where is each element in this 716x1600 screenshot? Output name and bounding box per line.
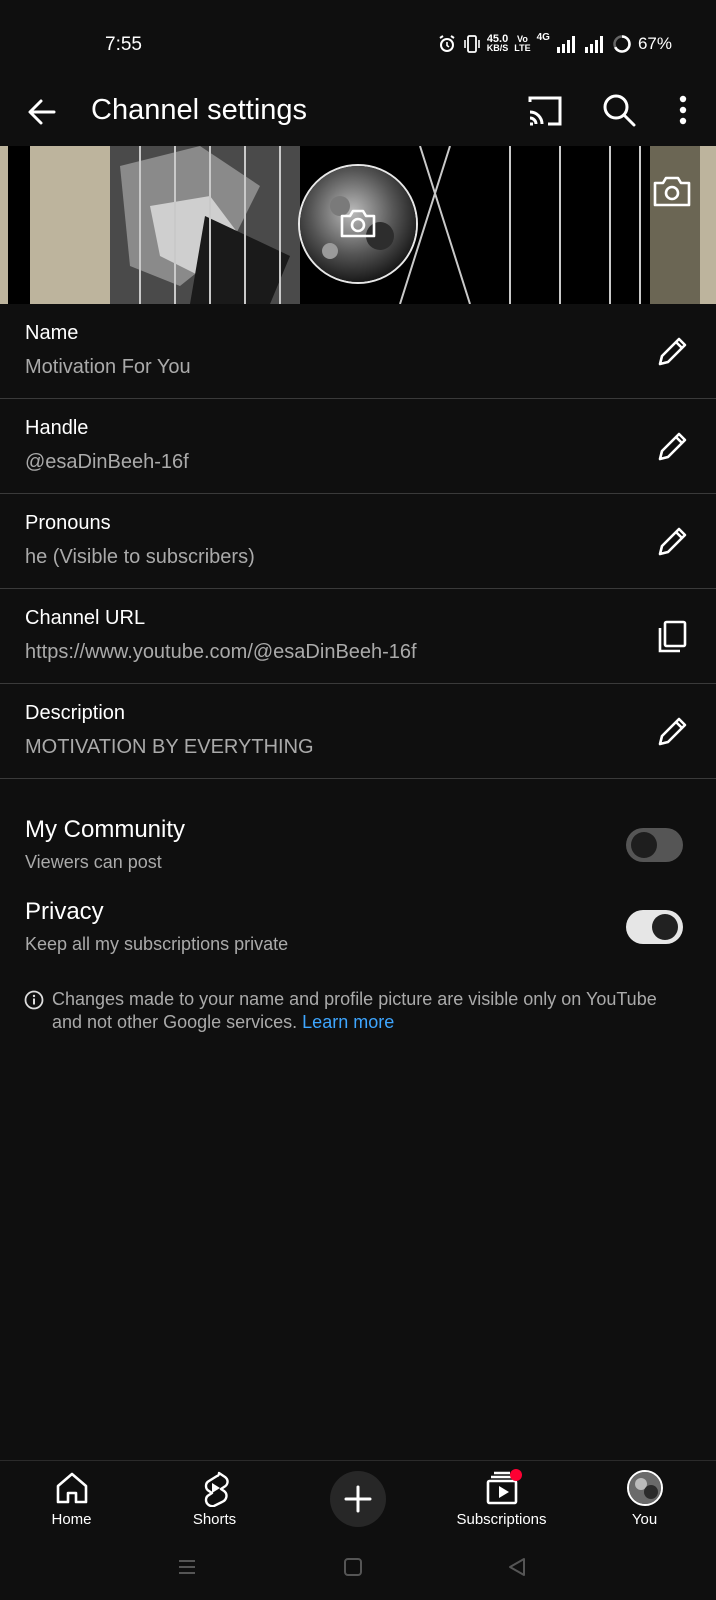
field-value: he (Visible to subscribers) [25,546,255,568]
pencil-icon[interactable] [652,522,692,562]
banner-camera-icon[interactable] [652,174,692,210]
community-switch[interactable] [626,828,683,862]
pencil-icon[interactable] [652,427,692,467]
system-nav-bar [0,1540,716,1600]
search-icon[interactable] [600,91,638,129]
nav-you[interactable]: You [573,1469,716,1539]
nav-label: You [631,1511,658,1528]
profile-picture[interactable] [298,164,418,284]
field-channel-url: Channel URL https://www.youtube.com/@esa… [0,589,716,684]
more-vert-icon[interactable] [666,91,700,129]
privacy-sub: Keep all my subscriptions private [25,934,289,954]
recents-icon[interactable] [176,1556,198,1578]
bottom-nav: Home Shorts Subscriptions You [0,1460,716,1540]
home-icon [56,1472,87,1504]
net-type: 4G [536,32,550,43]
channel-banner[interactable] [0,146,716,304]
signal-icon [556,36,575,53]
pencil-icon[interactable] [652,712,692,752]
vibrate-icon [463,35,480,53]
info-text-block: Changes made to your name and profile pi… [52,988,684,1034]
pencil-icon[interactable] [652,332,692,372]
app-bar: Channel settings [0,80,716,142]
privacy-toggle-row[interactable]: Privacy Keep all my subscriptions privat… [0,898,716,974]
field-label: Name [25,322,79,344]
signal-icon-2 [584,36,603,53]
status-time: 7:55 [105,34,142,55]
status-bar: 7:55 45.0 KB/S Vo LTE 4G 67% [0,0,716,90]
home-system-icon[interactable] [342,1556,364,1578]
nav-subscriptions[interactable]: Subscriptions [430,1469,573,1539]
page-title: Channel settings [91,94,308,126]
alarm-icon [439,35,455,52]
nav-label: Shorts [192,1511,237,1528]
battery-percent: 67% [637,34,672,53]
avatar-art [628,1472,661,1504]
privacy-label: Privacy [25,898,104,925]
copy-icon[interactable] [652,617,692,657]
shorts-icon [204,1471,229,1507]
field-label: Pronouns [25,512,111,534]
volte-bottom: LTE [514,43,531,53]
field-label: Channel URL [25,607,146,629]
info-notice: Changes made to your name and profile pi… [24,988,684,1034]
cast-icon[interactable] [526,92,564,130]
community-toggle-row[interactable]: My Community Viewers can post [0,816,716,892]
field-value: https://www.youtube.com/@esaDinBeeh-16f [25,641,417,663]
camera-icon [340,209,376,238]
nav-shorts[interactable]: Shorts [143,1469,286,1539]
field-value: @esaDinBeeh-16f [25,451,189,473]
avatar [626,1470,663,1506]
net-speed-unit: KB/S [486,43,509,53]
field-pronouns: Pronouns he (Visible to subscribers) [0,494,716,589]
status-icons: 45.0 KB/S Vo LTE 4G 67% [437,32,672,54]
community-sub: Viewers can post [25,852,162,872]
notification-badge [510,1469,522,1481]
field-handle: Handle @esaDinBeeh-16f [0,399,716,494]
nav-label: Subscriptions [456,1511,547,1528]
back-system-icon[interactable] [506,1556,528,1578]
field-value: Motivation For You [25,356,191,378]
nav-label: Home [51,1511,92,1528]
privacy-switch[interactable] [626,910,683,944]
switch-knob [652,914,678,940]
volte-indicator: Vo LTE [514,35,530,53]
learn-more-link[interactable]: Learn more [302,1012,394,1032]
nav-home[interactable]: Home [0,1469,143,1539]
back-arrow-icon[interactable] [24,94,60,130]
net-speed: 45.0 KB/S [486,34,509,53]
switch-knob [631,832,657,858]
field-label: Handle [25,417,89,439]
create-button[interactable] [330,1471,386,1527]
field-description: Description MOTIVATION BY EVERYTHING [0,684,716,779]
battery-ring-icon [613,35,631,53]
field-label: Description [25,702,126,724]
community-label: My Community [25,816,186,843]
info-icon [24,990,44,1010]
field-name: Name Motivation For You [0,304,716,399]
field-value: MOTIVATION BY EVERYTHING [25,736,314,758]
plus-icon [344,1485,372,1513]
